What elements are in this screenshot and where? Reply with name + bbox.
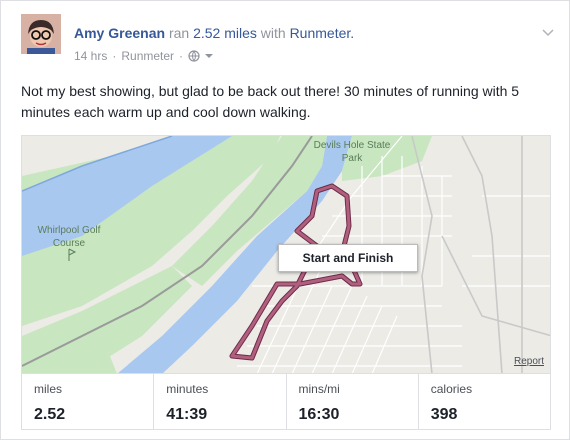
- avatar[interactable]: [21, 14, 61, 54]
- with-text: with: [260, 25, 286, 41]
- stat-pace: mins/mi 16:30: [285, 374, 418, 429]
- golf-course-label: Whirlpool Golf Course: [37, 225, 101, 249]
- privacy-dropdown-icon[interactable]: [204, 51, 214, 61]
- stat-value: 2.52: [34, 406, 66, 423]
- stat-value: 16:30: [298, 406, 340, 423]
- app-link[interactable]: Runmeter.: [290, 25, 355, 41]
- stat-minutes: minutes 41:39: [153, 374, 285, 429]
- stat-miles: miles 2.52: [22, 374, 153, 429]
- stat-label: calories: [430, 382, 473, 396]
- separator-dot: ·: [179, 49, 184, 63]
- route-map[interactable]: Devils Hole State Park Whirlpool Golf Co…: [21, 135, 551, 373]
- source-link[interactable]: Runmeter: [121, 49, 174, 63]
- chevron-down-icon[interactable]: [541, 25, 555, 39]
- park-label: Devils Hole State Park: [313, 140, 391, 164]
- timestamp[interactable]: 14 hrs: [74, 49, 107, 63]
- post-header: Amy Greenan ran 2.52 miles with Runmeter…: [74, 25, 354, 41]
- author-name[interactable]: Amy Greenan: [74, 25, 165, 41]
- separator-dot: ·: [112, 49, 117, 63]
- stat-label: mins/mi: [298, 382, 340, 396]
- stat-calories: calories 398: [417, 374, 550, 429]
- stat-label: minutes: [166, 382, 209, 396]
- stat-label: miles: [34, 382, 63, 396]
- stats-bar: miles 2.52 minutes 41:39 mins/mi 16:30 c…: [21, 373, 551, 430]
- post-meta: 14 hrs · Runmeter ·: [74, 49, 214, 63]
- post-body: Not my best showing, but glad to be back…: [21, 83, 520, 120]
- post-card: Amy Greenan ran 2.52 miles with Runmeter…: [0, 0, 570, 440]
- report-link[interactable]: Report: [514, 356, 544, 367]
- globe-icon[interactable]: [188, 50, 200, 62]
- stat-value: 398: [430, 406, 458, 423]
- action-text: ran: [168, 25, 190, 41]
- distance-link[interactable]: 2.52 miles: [193, 25, 257, 41]
- start-finish-callout: Start and Finish: [278, 244, 418, 272]
- stat-value: 41:39: [166, 406, 208, 423]
